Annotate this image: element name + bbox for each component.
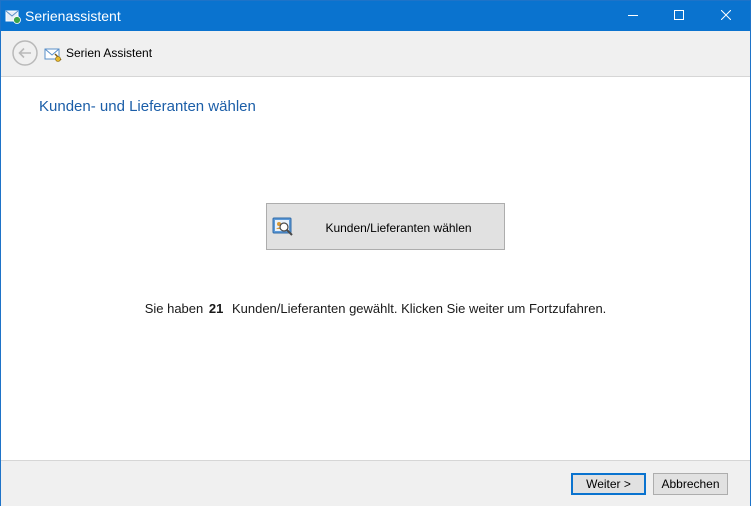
mail-merge-icon: [5, 8, 21, 24]
select-customers-label: Kunden/Lieferanten wählen: [325, 221, 472, 235]
back-button[interactable]: [12, 40, 38, 66]
wizard-window: Serienassistent Serien Assistent Kunden-…: [0, 0, 751, 506]
maximize-button[interactable]: [656, 1, 702, 31]
mail-wizard-icon: [44, 44, 64, 64]
close-icon: [720, 7, 732, 25]
select-customers-button[interactable]: Kunden/Lieferanten wählen: [266, 203, 505, 250]
selected-count: 21: [208, 301, 224, 316]
maximize-icon: [674, 7, 684, 25]
wizard-footer: Weiter > Abbrechen: [1, 460, 750, 506]
title-bar[interactable]: Serienassistent: [1, 1, 750, 31]
status-suffix: Kunden/Lieferanten gewählt. Klicken Sie …: [231, 301, 607, 316]
window-title: Serienassistent: [25, 8, 121, 24]
page-title: Kunden- und Lieferanten wählen: [39, 98, 256, 115]
wizard-header: Serien Assistent: [1, 31, 750, 77]
minimize-icon: [628, 7, 638, 25]
close-button[interactable]: [703, 1, 749, 31]
back-arrow-icon: [12, 40, 38, 70]
selection-status: Sie haben 21 Kunden/Lieferanten gewählt.…: [1, 301, 750, 317]
next-button[interactable]: Weiter >: [571, 473, 646, 495]
minimize-button[interactable]: [610, 1, 656, 31]
wizard-title: Serien Assistent: [66, 46, 153, 60]
status-prefix: Sie haben: [144, 301, 204, 316]
cancel-button[interactable]: Abbrechen: [653, 473, 728, 495]
